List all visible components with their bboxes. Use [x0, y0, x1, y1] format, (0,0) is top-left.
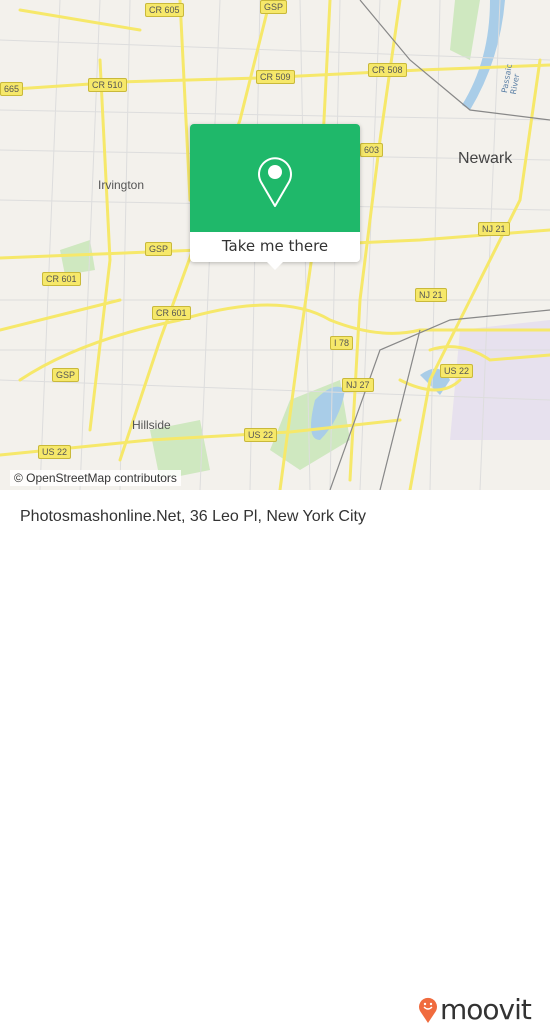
place-label-irvington: Irvington — [98, 178, 145, 192]
popup-tail — [267, 262, 283, 270]
road-label: NJ 27 — [342, 378, 374, 392]
road-label: CR 510 — [88, 78, 127, 92]
road-label: 603 — [360, 143, 384, 157]
road-label: US 22 — [244, 428, 278, 442]
map-pin-icon — [258, 157, 292, 207]
road-label: CR 508 — [368, 63, 407, 77]
road-label: US 22 — [440, 364, 474, 378]
road-label: CR 601 — [42, 272, 81, 286]
road-label: NJ 21 — [415, 288, 447, 302]
road-label: GSP — [145, 242, 173, 256]
road-label: CR 509 — [256, 70, 295, 84]
take-me-there-button[interactable]: Take me there — [190, 232, 360, 262]
moovit-wordmark: moovit — [440, 993, 532, 1026]
road-label: CR 605 — [145, 3, 184, 17]
road-label: GSP — [260, 0, 288, 14]
road-label: US 22 — [38, 445, 72, 459]
road-label: NJ 21 — [478, 222, 510, 236]
road-label: CR 601 — [152, 306, 191, 320]
location-title: Photosmashonline.Net, 36 Leo Pl, New Yor… — [20, 508, 366, 525]
attribution-link[interactable]: © OpenStreetMap contributors — [10, 470, 181, 486]
footer: Photosmashonline.Net, 36 Leo Pl, New Yor… — [0, 490, 550, 1026]
moovit-pin-icon — [419, 997, 437, 1023]
road-label: I 78 — [330, 336, 354, 350]
place-label-hillside: Hillside — [132, 418, 171, 432]
location-popup: Take me there — [190, 124, 360, 270]
road-label: 665 — [0, 82, 24, 96]
moovit-logo[interactable]: moovit — [418, 993, 532, 1026]
place-label-newark: Newark — [458, 150, 513, 167]
road-label: GSP — [52, 368, 80, 382]
